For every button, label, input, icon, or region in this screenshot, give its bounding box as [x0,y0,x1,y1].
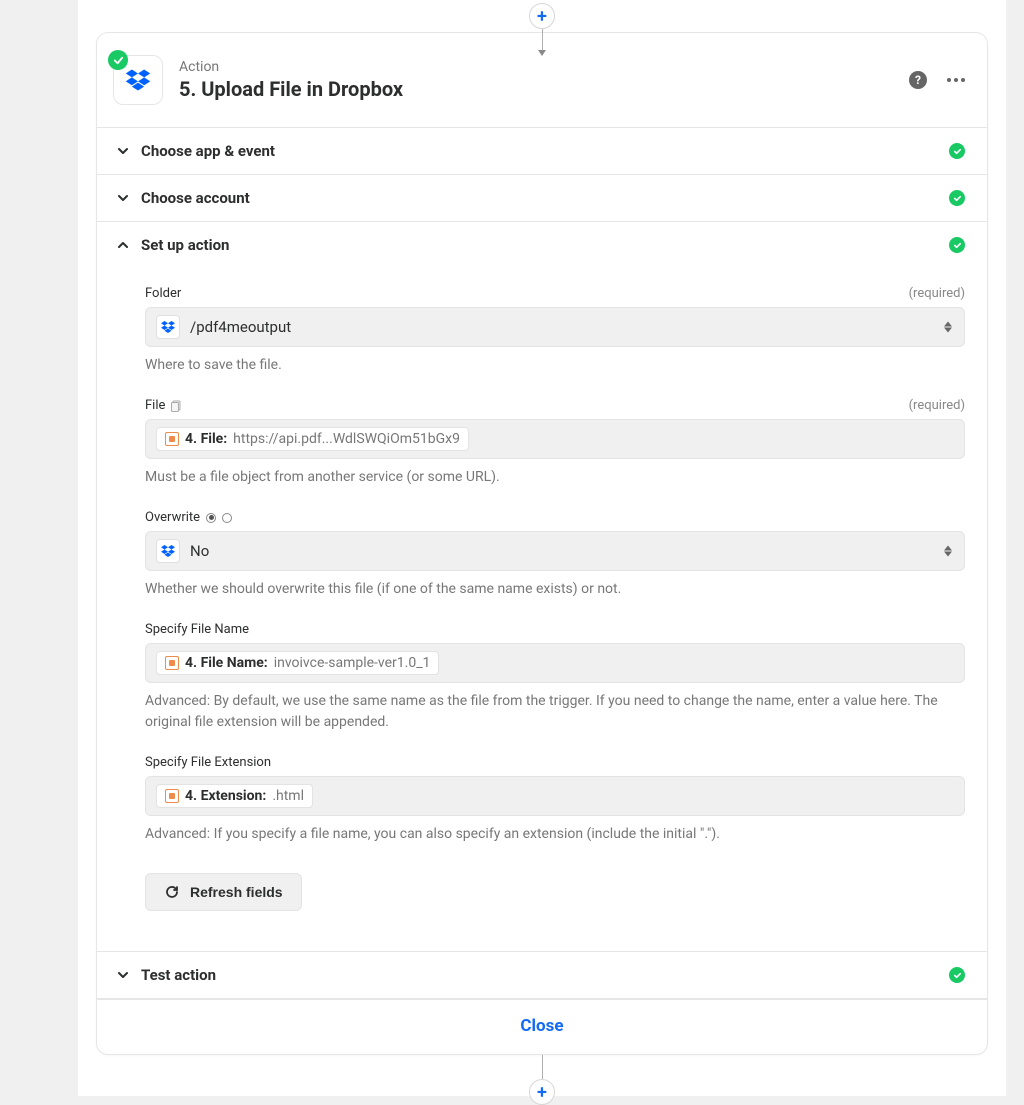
section-title: Test action [141,966,216,984]
more-menu-button[interactable] [947,78,965,82]
field-folder: Folder (required) /pdf4meoutput Where to… [145,286,965,376]
overwrite-radio-group[interactable] [206,513,232,523]
connector-top: + [529,3,555,56]
filename-input[interactable]: 4. File Name: invoivce-sample-ver1.0_1 [145,643,965,683]
add-step-button-top[interactable]: + [529,3,555,29]
file-type-icon [171,400,183,412]
overwrite-select[interactable]: No [145,531,965,571]
field-overwrite: Overwrite No Whether we should over [145,510,965,600]
field-file: File (required) 4. File: https://api.pdf… [145,398,965,488]
mapped-field-icon [165,432,179,446]
pill-prefix: 4. File Name: [185,655,268,671]
folder-value: /pdf4meoutput [190,318,291,336]
overwrite-label: Overwrite [145,510,200,525]
overwrite-help: Whether we should overwrite this file (i… [145,579,965,600]
connector-line [542,29,543,51]
extension-pill[interactable]: 4. Extension: .html [156,784,313,808]
extension-help: Advanced: If you specify a file name, yo… [145,824,965,845]
refresh-icon [164,884,180,900]
mapped-field-icon [165,656,179,670]
refresh-label: Refresh fields [190,884,283,900]
header-title: 5. Upload File in Dropbox [179,77,403,101]
section-row-choose-app[interactable]: Choose app & event [97,128,987,174]
connector-line [542,1055,543,1079]
header-actions: ? [909,71,965,89]
pill-value: invoivce-sample-ver1.0_1 [274,655,431,671]
header-type-label: Action [179,59,403,75]
file-pill[interactable]: 4. File: https://api.pdf...WdlSWQiOm51bG… [156,427,469,451]
field-filename: Specify File Name 4. File Name: invoivce… [145,622,965,733]
dropbox-icon [156,315,180,339]
section-title: Set up action [141,236,229,254]
header-text: Action 5. Upload File in Dropbox [179,59,403,101]
file-input[interactable]: 4. File: https://api.pdf...WdlSWQiOm51bG… [145,419,965,459]
section-complete-badge [949,967,965,983]
section-choose-app: Choose app & event [97,128,987,175]
arrow-down-icon [538,50,546,56]
filename-help: Advanced: By default, we use the same na… [145,691,965,733]
setup-body: Folder (required) /pdf4meoutput Where to… [97,286,987,951]
section-title: Choose account [141,189,250,207]
folder-select[interactable]: /pdf4meoutput [145,307,965,347]
status-check-badge [108,50,128,70]
mapped-field-icon [165,789,179,803]
section-complete-badge [949,143,965,159]
section-setup: Set up action Folder (required) [97,222,987,952]
select-updown-icon [944,546,952,557]
pill-prefix: 4. Extension: [185,788,266,804]
section-test: Test action [97,952,987,999]
required-tag: (required) [909,286,965,301]
pill-value: https://api.pdf...WdlSWQiOm51bGx9 [233,431,460,447]
extension-label: Specify File Extension [145,755,271,770]
folder-help: Where to save the file. [145,355,965,376]
section-title: Choose app & event [141,142,275,160]
radio-option[interactable] [222,513,232,523]
section-row-test[interactable]: Test action [97,952,987,998]
file-help: Must be a file object from another servi… [145,467,965,488]
add-step-button-bottom[interactable]: + [529,1079,555,1105]
pill-prefix: 4. File: [185,431,227,447]
dropbox-icon [124,66,152,94]
required-tag: (required) [909,398,965,413]
chevron-down-icon [113,145,133,157]
section-row-setup[interactable]: Set up action [97,222,987,268]
page-container: + Action 5. Upload File in Dropbox [78,0,1006,1096]
check-icon [113,55,124,66]
filename-label: Specify File Name [145,622,249,637]
field-extension: Specify File Extension 4. Extension: .ht… [145,755,965,845]
section-row-choose-account[interactable]: Choose account [97,175,987,221]
action-card: + Action 5. Upload File in Dropbox [96,32,988,1055]
close-row: Close [97,999,987,1054]
select-updown-icon [944,322,952,333]
overwrite-value: No [190,542,209,560]
app-icon-wrap [113,55,163,105]
filename-pill[interactable]: 4. File Name: invoivce-sample-ver1.0_1 [156,651,439,675]
connector-bottom: + [78,1055,1006,1105]
chevron-down-icon [113,969,133,981]
extension-input[interactable]: 4. Extension: .html [145,776,965,816]
section-choose-account: Choose account [97,175,987,222]
help-icon[interactable]: ? [909,71,927,89]
section-complete-badge [949,237,965,253]
close-button[interactable]: Close [520,1016,563,1036]
radio-option-selected[interactable] [206,513,216,523]
dropbox-icon [156,539,180,563]
section-complete-badge [949,190,965,206]
chevron-down-icon [113,192,133,204]
chevron-up-icon [113,239,133,251]
pill-value: .html [272,788,304,804]
folder-label: Folder [145,286,181,301]
file-label: File [145,398,165,413]
refresh-fields-button[interactable]: Refresh fields [145,873,302,911]
